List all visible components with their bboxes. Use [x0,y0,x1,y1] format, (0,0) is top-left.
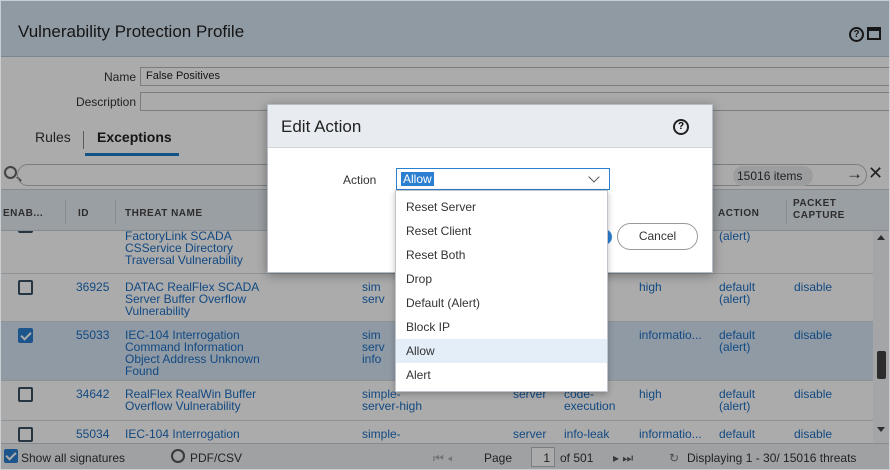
action-option[interactable]: Reset Client [396,219,607,243]
action-option[interactable]: Allow [396,339,607,363]
action-option[interactable]: Default (Alert) [396,291,607,315]
dialog-header: Edit Action ? [268,105,712,148]
action-option[interactable]: Block IP [396,315,607,339]
cancel-button[interactable]: Cancel [617,223,698,250]
action-select[interactable]: Allow [396,168,610,190]
action-option[interactable]: Alert [396,363,607,387]
action-option[interactable]: Drop [396,267,607,291]
action-dropdown-list: Reset Server Reset Client Reset Both Drop De… [395,190,608,392]
dialog-help-icon[interactable]: ? [673,119,689,135]
action-option[interactable]: Reset Server [396,195,607,219]
action-selected-value: Allow [401,172,434,186]
vulnerability-profile-window: Vulnerability Protection Profile ? Name … [0,0,890,470]
action-label: Action [343,173,377,187]
chevron-down-icon[interactable] [588,171,600,183]
dialog-title: Edit Action [281,117,362,136]
action-option[interactable]: Reset Both [396,243,607,267]
